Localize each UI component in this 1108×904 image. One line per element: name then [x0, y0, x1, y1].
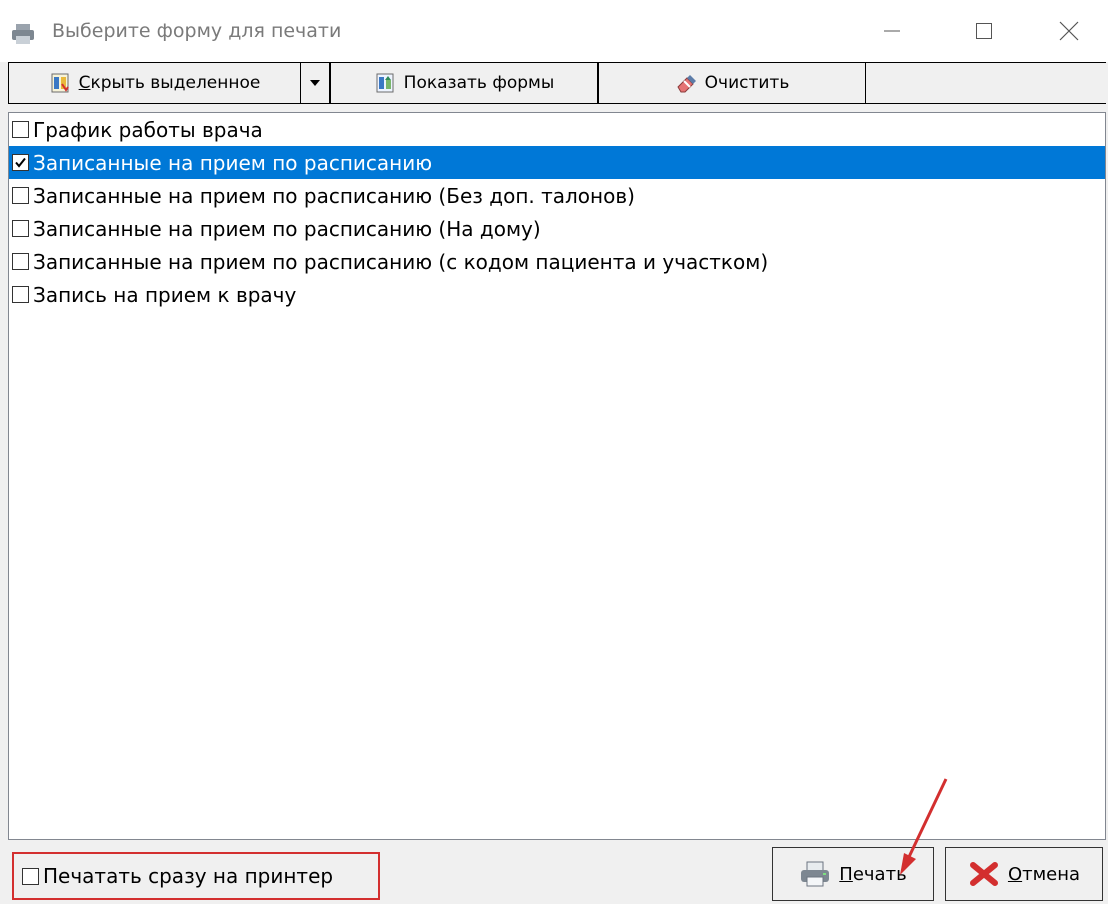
list-item[interactable]: Записанные на прием по расписанию (Без д…	[9, 179, 1105, 212]
minimize-button[interactable]	[846, 0, 938, 62]
maximize-button[interactable]	[938, 0, 1030, 62]
forms-list[interactable]: График работы врача Записанные на прием …	[8, 112, 1106, 840]
toolbar-spacer	[866, 62, 1106, 104]
printer-icon	[801, 861, 830, 887]
show-forms-button[interactable]: Показать формы	[330, 62, 598, 104]
item-checkbox[interactable]	[12, 220, 29, 237]
item-label: Записанные на прием по расписанию (На до…	[33, 216, 541, 241]
list-item[interactable]: Записанные на прием по расписанию	[9, 146, 1105, 179]
list-item[interactable]: Записанные на прием по расписанию (На до…	[9, 212, 1105, 245]
maximize-icon	[976, 23, 992, 39]
close-icon	[1059, 21, 1079, 41]
list-item[interactable]: График работы врача	[9, 113, 1105, 146]
print-direct-checkbox[interactable]	[22, 867, 39, 885]
print-form-dialog: Выберите форму для печати Скрыть выделен…	[0, 0, 1108, 904]
item-checkbox[interactable]	[12, 154, 29, 171]
item-label: Записанные на прием по расписанию	[33, 150, 433, 175]
window-title: Выберите форму для печати	[52, 20, 342, 42]
item-checkbox[interactable]	[12, 286, 29, 303]
print-direct-label: Печатать сразу на принтер	[43, 864, 334, 888]
item-checkbox[interactable]	[12, 253, 29, 270]
toolbar: Скрыть выделенное Показать формы Очистит…	[8, 62, 1106, 106]
clear-button[interactable]: Очистить	[598, 62, 866, 104]
item-checkbox[interactable]	[12, 121, 29, 138]
show-forms-label: Показать формы	[403, 73, 555, 93]
cancel-label: Отмена	[1007, 863, 1081, 885]
cross-icon	[969, 862, 998, 886]
chevron-down-icon	[310, 80, 320, 86]
hide-selected-dropdown[interactable]	[300, 62, 330, 104]
title-bar: Выберите форму для печати	[0, 0, 1108, 62]
print-label: Печать	[839, 863, 907, 885]
cancel-button[interactable]: Отмена	[945, 847, 1103, 901]
eraser-icon	[677, 75, 696, 93]
item-label: Записанные на прием по расписанию (с код…	[33, 249, 769, 274]
hide-selected-label: Скрыть выделенное	[78, 73, 261, 93]
hide-selected-button[interactable]: Скрыть выделенное	[8, 62, 300, 104]
item-label: Запись на прием к врачу	[33, 282, 297, 307]
printer-icon	[12, 24, 34, 44]
item-label: Записанные на прием по расписанию (Без д…	[33, 183, 635, 208]
item-checkbox[interactable]	[12, 187, 29, 204]
clear-label: Очистить	[704, 73, 790, 93]
checkmark-icon	[15, 157, 26, 168]
list-item[interactable]: Запись на прием к врачу	[9, 278, 1105, 311]
minimize-icon	[884, 30, 900, 32]
print-button[interactable]: Печать	[772, 847, 934, 901]
print-direct-option[interactable]: Печатать сразу на принтер	[12, 852, 380, 900]
list-item[interactable]: Записанные на прием по расписанию (с код…	[9, 245, 1105, 278]
hide-list-icon	[51, 73, 69, 93]
item-label: График работы врача	[33, 117, 263, 142]
show-list-icon	[376, 73, 394, 93]
close-button[interactable]	[1030, 0, 1108, 62]
